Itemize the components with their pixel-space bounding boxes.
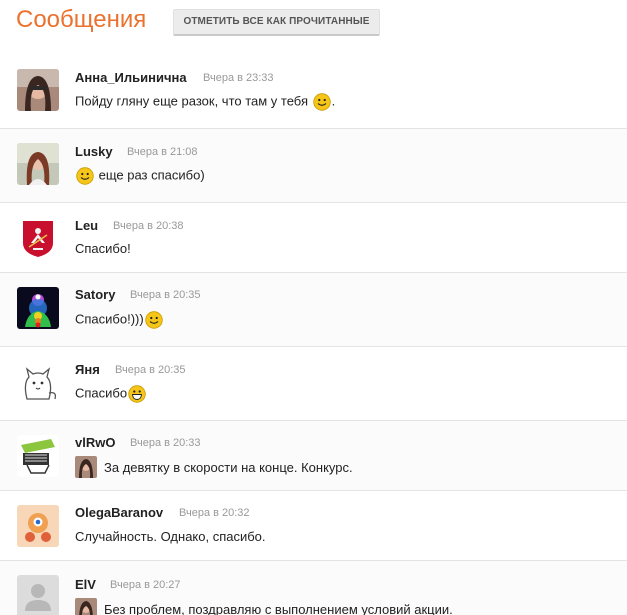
- message-list: Анна_Ильинична Вчера в 23:33 Пойду гляну…: [0, 55, 627, 615]
- sender-name[interactable]: Lusky: [75, 144, 113, 159]
- message-item[interactable]: OlegaBaranov Вчера в 20:32 Случайность. …: [0, 491, 627, 561]
- smiley-icon: [76, 167, 94, 185]
- sender-name[interactable]: OlegaBaranov: [75, 505, 163, 520]
- message-item[interactable]: vlRwO Вчера в 20:33 За девятку в скорост…: [0, 421, 627, 491]
- message-text-after: .: [331, 93, 336, 109]
- smiley-icon: [312, 93, 331, 111]
- message-item[interactable]: Анна_Ильинична Вчера в 23:33 Пойду гляну…: [0, 55, 627, 129]
- message-time: Вчера в 20:33: [130, 437, 201, 449]
- message-time: Вчера в 20:27: [110, 579, 181, 591]
- message-text: Пойду гляну еще разок, что там у тебя .: [75, 93, 335, 111]
- message-text: Случайность. Однако, спасибо.: [75, 529, 266, 544]
- message-text: За девятку в скорости на конце. Конкурс.: [104, 460, 353, 475]
- message-text-before: Пойду гляну еще разок, что там у тебя: [75, 93, 312, 109]
- message-text: Спасибо: [75, 385, 147, 403]
- page-title: Сообщения: [16, 6, 147, 33]
- message-text-before: Без проблем, поздравляю с выполнением ус…: [104, 602, 453, 615]
- avatar[interactable]: [17, 143, 59, 185]
- message-text: Спасибо!))): [75, 311, 164, 329]
- message-text-before: Случайность. Однако, спасибо.: [75, 529, 266, 544]
- message-text-before: Спасибо!))): [75, 311, 144, 327]
- sender-name[interactable]: Яня: [75, 362, 100, 377]
- message-item[interactable]: ElV Вчера в 20:27 Без проблем, поздравля…: [0, 561, 627, 615]
- mark-all-read-button[interactable]: ОТМЕТИТЬ ВСЕ КАК ПРОЧИТАННЫЕ: [173, 9, 380, 36]
- message-text: еще раз спасибо): [75, 167, 205, 185]
- sender-name[interactable]: Leu: [75, 218, 98, 233]
- message-item[interactable]: Satory Вчера в 20:35 Спасибо!))): [0, 273, 627, 347]
- sender-name[interactable]: ElV: [75, 577, 96, 592]
- message-item[interactable]: Leu Вчера в 20:38 Спасибо!: [0, 203, 627, 273]
- smiley-icon: [145, 311, 163, 329]
- sender-name[interactable]: vlRwO: [75, 435, 115, 450]
- avatar[interactable]: [17, 217, 59, 259]
- message-text-after: еще раз спасибо): [95, 167, 205, 183]
- sender-name[interactable]: Анна_Ильинична: [75, 70, 187, 85]
- message-text: Спасибо!: [75, 241, 131, 256]
- avatar[interactable]: [17, 361, 59, 403]
- message-text-before: За девятку в скорости на конце. Конкурс.: [104, 460, 353, 475]
- avatar[interactable]: [17, 435, 59, 477]
- message-time: Вчера в 20:35: [115, 364, 186, 376]
- avatar[interactable]: [17, 287, 59, 329]
- message-time: Вчера в 20:32: [179, 507, 250, 519]
- message-text: Без проблем, поздравляю с выполнением ус…: [104, 602, 453, 615]
- message-time: Вчера в 20:35: [130, 289, 201, 301]
- mini-avatar: [75, 598, 97, 615]
- message-time: Вчера в 23:33: [203, 72, 274, 84]
- mini-avatar: [75, 456, 97, 478]
- avatar[interactable]: [17, 505, 59, 547]
- message-time: Вчера в 21:08: [127, 146, 198, 158]
- message-item[interactable]: Яня Вчера в 20:35 Спасибо: [0, 347, 627, 421]
- message-text-before: Спасибо: [75, 385, 128, 401]
- page-header: Сообщения ОТМЕТИТЬ ВСЕ КАК ПРОЧИТАННЫЕ: [0, 0, 627, 50]
- message-text-before: Спасибо!: [75, 241, 131, 256]
- avatar[interactable]: [17, 575, 59, 615]
- sender-name[interactable]: Satory: [75, 287, 115, 302]
- grin-icon: [128, 385, 146, 403]
- message-item[interactable]: Lusky Вчера в 21:08 еще раз спасибо): [0, 129, 627, 203]
- avatar[interactable]: [17, 69, 59, 111]
- message-time: Вчера в 20:38: [113, 220, 184, 232]
